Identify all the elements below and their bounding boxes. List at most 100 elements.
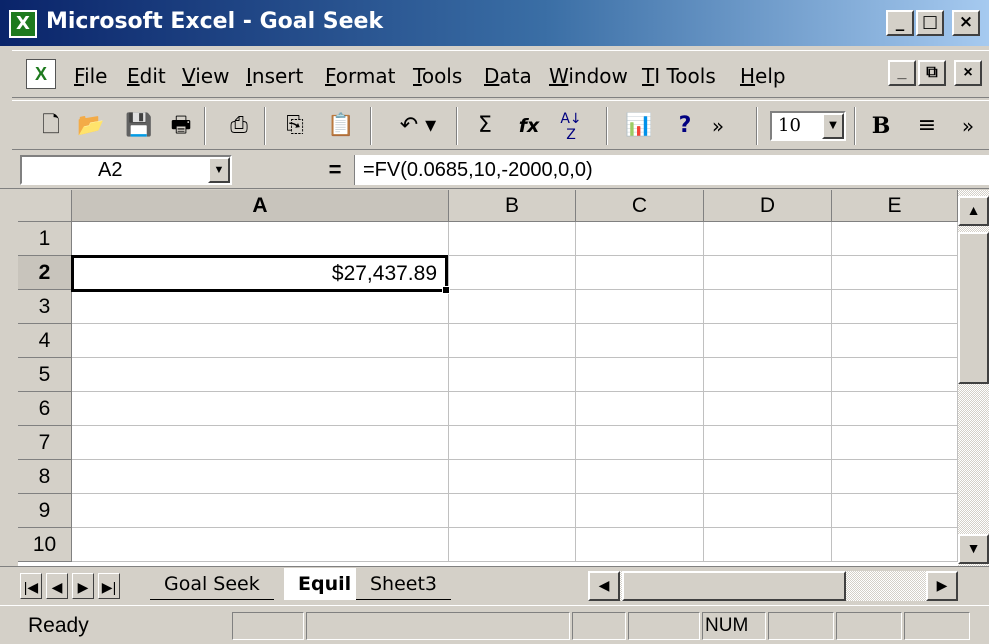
row-header-5[interactable]: 5 <box>18 358 72 392</box>
grid-cell[interactable] <box>449 460 576 494</box>
grid-cell[interactable] <box>449 256 576 290</box>
chart-wizard-icon[interactable]: 📊 <box>622 109 656 143</box>
name-box[interactable]: A2 ▼ <box>20 155 232 185</box>
grid-cell[interactable] <box>449 290 576 324</box>
grid-cell[interactable] <box>832 290 958 324</box>
help-icon[interactable]: ? <box>668 109 702 143</box>
row-header-6[interactable]: 6 <box>18 392 72 426</box>
toolbar-overflow-icon[interactable]: » <box>706 109 730 143</box>
grid-cell[interactable] <box>72 358 449 392</box>
grid-cell[interactable] <box>704 222 832 256</box>
horizontal-scroll-thumb[interactable] <box>622 571 846 601</box>
grid-cell[interactable] <box>832 460 958 494</box>
column-header-a[interactable]: A <box>72 190 449 222</box>
print-icon[interactable]: ⎙ <box>222 109 256 143</box>
row-header-1[interactable]: 1 <box>18 222 72 256</box>
grid-cell[interactable] <box>832 358 958 392</box>
grid-cell[interactable] <box>832 222 958 256</box>
toolbar-overflow-icon-2[interactable]: » <box>956 109 980 143</box>
last-sheet-icon[interactable]: ▶| <box>98 573 120 599</box>
selected-cell-a2[interactable]: $27,437.89 <box>71 255 448 292</box>
grid-cell[interactable] <box>704 290 832 324</box>
fill-handle[interactable] <box>442 286 450 294</box>
vertical-scroll-thumb[interactable] <box>958 232 989 384</box>
horizontal-scrollbar[interactable]: ◀ ▶ <box>588 571 958 601</box>
grid-cell[interactable] <box>449 324 576 358</box>
grid-cell[interactable] <box>704 324 832 358</box>
grid-cell[interactable] <box>704 358 832 392</box>
grid-cell[interactable] <box>576 460 704 494</box>
menu-format[interactable]: Format <box>325 64 395 88</box>
chevron-down-icon[interactable]: ▼ <box>208 157 230 183</box>
sheet-tab-sheet3[interactable]: Sheet3 <box>356 568 452 600</box>
menu-insert[interactable]: Insert <box>246 64 303 88</box>
edit-formula-button[interactable]: = <box>318 155 352 185</box>
workbook-icon[interactable]: X <box>26 59 56 89</box>
select-all-corner[interactable] <box>18 190 72 222</box>
sort-ascending-icon[interactable]: A↓Z <box>556 109 586 143</box>
scroll-up-icon[interactable]: ▲ <box>958 196 989 226</box>
save-icon[interactable]: 💾 <box>122 109 156 143</box>
row-header-2[interactable]: 2 <box>18 256 72 290</box>
menu-ti-tools[interactable]: TI Tools <box>642 64 716 88</box>
grid-cell[interactable] <box>576 392 704 426</box>
grid-cell[interactable] <box>704 460 832 494</box>
menu-window[interactable]: Window <box>549 64 628 88</box>
grid-cell[interactable] <box>704 528 832 562</box>
grid-cell[interactable] <box>72 222 449 256</box>
menu-data[interactable]: Data <box>484 64 532 88</box>
grid-cell[interactable] <box>832 324 958 358</box>
scroll-down-icon[interactable]: ▼ <box>958 534 989 564</box>
column-header-c[interactable]: C <box>576 190 704 222</box>
close-button[interactable]: × <box>952 10 980 36</box>
row-header-3[interactable]: 3 <box>18 290 72 324</box>
menu-file[interactable]: File <box>74 64 107 88</box>
grid-cell[interactable] <box>449 426 576 460</box>
grid-cell[interactable] <box>704 426 832 460</box>
grid-cell[interactable] <box>449 528 576 562</box>
grid-cell[interactable] <box>704 392 832 426</box>
grid-cell[interactable] <box>72 528 449 562</box>
grid-cell[interactable] <box>576 358 704 392</box>
column-header-d[interactable]: D <box>704 190 832 222</box>
menu-edit[interactable]: Edit <box>127 64 166 88</box>
paste-icon[interactable]: 📋 <box>324 109 358 143</box>
undo-icon[interactable]: ↶ ▾ <box>388 109 448 143</box>
autosum-icon[interactable]: Σ <box>468 109 502 143</box>
grid-cell[interactable] <box>72 290 449 324</box>
center-align-icon[interactable]: ≡ <box>910 109 944 143</box>
menu-tools[interactable]: Tools <box>413 64 462 88</box>
grid-cell[interactable] <box>576 290 704 324</box>
chevron-down-icon[interactable]: ▼ <box>822 113 844 139</box>
grid-cell[interactable] <box>72 426 449 460</box>
first-sheet-icon[interactable]: |◀ <box>20 573 42 599</box>
next-sheet-icon[interactable]: ▶ <box>72 573 94 599</box>
grid-cell[interactable] <box>449 494 576 528</box>
menu-help[interactable]: Help <box>740 64 786 88</box>
row-header-10[interactable]: 10 <box>18 528 72 562</box>
menu-view[interactable]: View <box>182 64 229 88</box>
grid-cell[interactable] <box>704 256 832 290</box>
copy-icon[interactable]: ⎘ <box>278 109 312 143</box>
open-icon[interactable]: 📂 <box>74 109 108 143</box>
formula-input[interactable]: =FV(0.0685,10,-2000,0,0) <box>354 155 989 185</box>
sheet-tab-equil[interactable]: Equil <box>284 568 366 600</box>
scroll-right-icon[interactable]: ▶ <box>926 571 958 601</box>
new-icon[interactable]: 🗋 <box>34 109 68 143</box>
grid-cell[interactable] <box>449 222 576 256</box>
previous-sheet-icon[interactable]: ◀ <box>46 573 68 599</box>
column-header-b[interactable]: B <box>449 190 576 222</box>
minimize-button[interactable]: _ <box>886 10 914 36</box>
function-icon[interactable]: fx <box>512 109 546 143</box>
excel-app-icon[interactable]: X <box>9 10 37 38</box>
grid-cell[interactable] <box>72 460 449 494</box>
grid-cell[interactable] <box>72 324 449 358</box>
doc-close-button[interactable]: × <box>954 60 982 86</box>
row-header-9[interactable]: 9 <box>18 494 72 528</box>
grid-cell[interactable] <box>576 426 704 460</box>
row-header-8[interactable]: 8 <box>18 460 72 494</box>
grid-cell[interactable] <box>72 494 449 528</box>
grid-cell[interactable] <box>72 392 449 426</box>
bold-icon[interactable]: B <box>864 109 898 143</box>
print-preview-icon[interactable]: 🖶 <box>164 109 198 143</box>
